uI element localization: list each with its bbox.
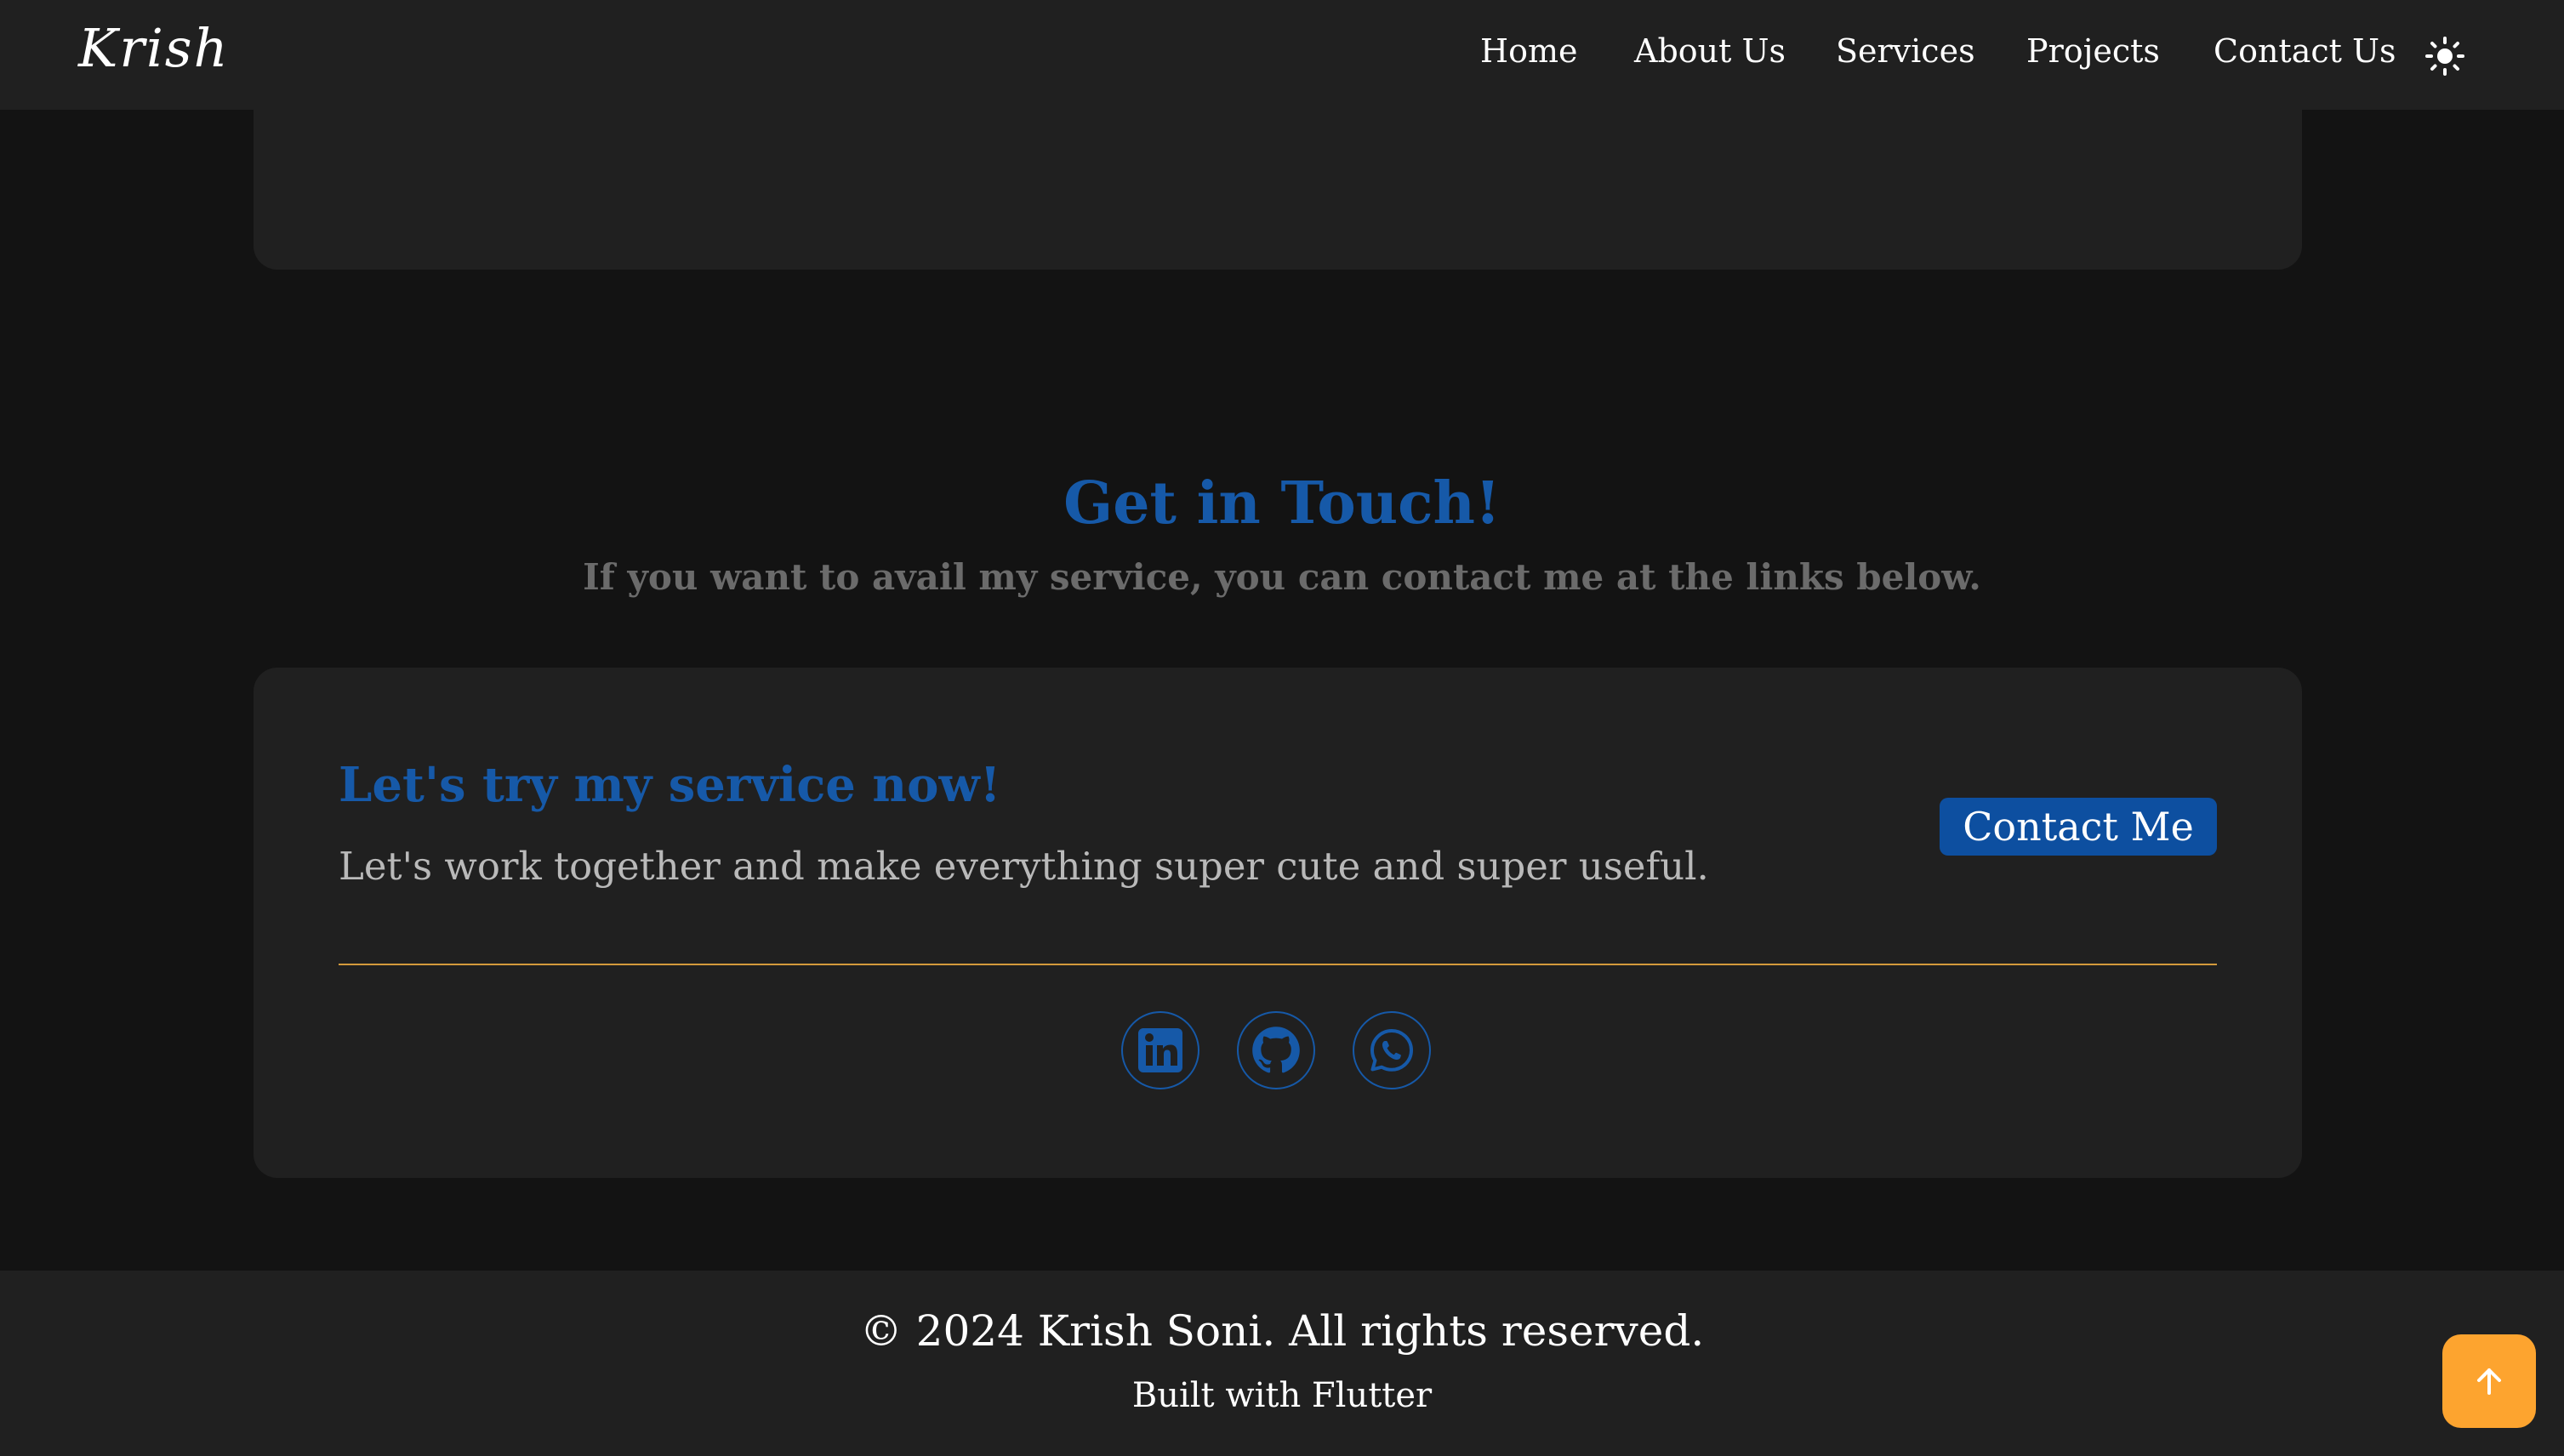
nav-item-about-us[interactable]: About Us — [1634, 32, 1786, 70]
nav-item-projects[interactable]: Projects — [2026, 32, 2160, 70]
contact-me-button[interactable]: Contact Me — [1940, 798, 2217, 856]
site-logo[interactable]: Krish — [78, 17, 230, 79]
footer-copyright: © 2024 Krish Soni. All rights reserved. — [859, 1306, 1705, 1356]
section-subtitle: If you want to avail my service, you can… — [583, 556, 1981, 598]
sun-icon — [2425, 37, 2464, 76]
footer: © 2024 Krish Soni. All rights reserved. … — [0, 1271, 2564, 1456]
arrow-up-icon — [2477, 1368, 2501, 1395]
github-link[interactable] — [1237, 1011, 1315, 1089]
top-navbar: Krish Home About Us Services Projects Co… — [0, 0, 2564, 110]
whatsapp-link[interactable] — [1353, 1011, 1431, 1089]
nav-item-contact-us[interactable]: Contact Us — [2214, 32, 2396, 70]
nav-item-home[interactable]: Home — [1480, 32, 1578, 70]
scroll-to-top-button[interactable] — [2442, 1334, 2536, 1428]
theme-toggle-button[interactable] — [2425, 37, 2464, 76]
contact-card: Let's try my service now! Let's work tog… — [254, 668, 2302, 1178]
divider — [339, 964, 2217, 965]
github-icon — [1252, 1027, 1300, 1073]
linkedin-link[interactable] — [1121, 1011, 1199, 1089]
nav-item-services[interactable]: Services — [1836, 32, 1975, 70]
linkedin-icon — [1138, 1028, 1182, 1072]
section-title: Get in Touch! — [1063, 469, 1501, 537]
whatsapp-icon — [1370, 1029, 1413, 1072]
card-title: Let's try my service now! — [339, 757, 1001, 813]
footer-built-with: Built with Flutter — [1131, 1376, 1433, 1415]
card-description: Let's work together and make everything … — [339, 844, 1709, 889]
